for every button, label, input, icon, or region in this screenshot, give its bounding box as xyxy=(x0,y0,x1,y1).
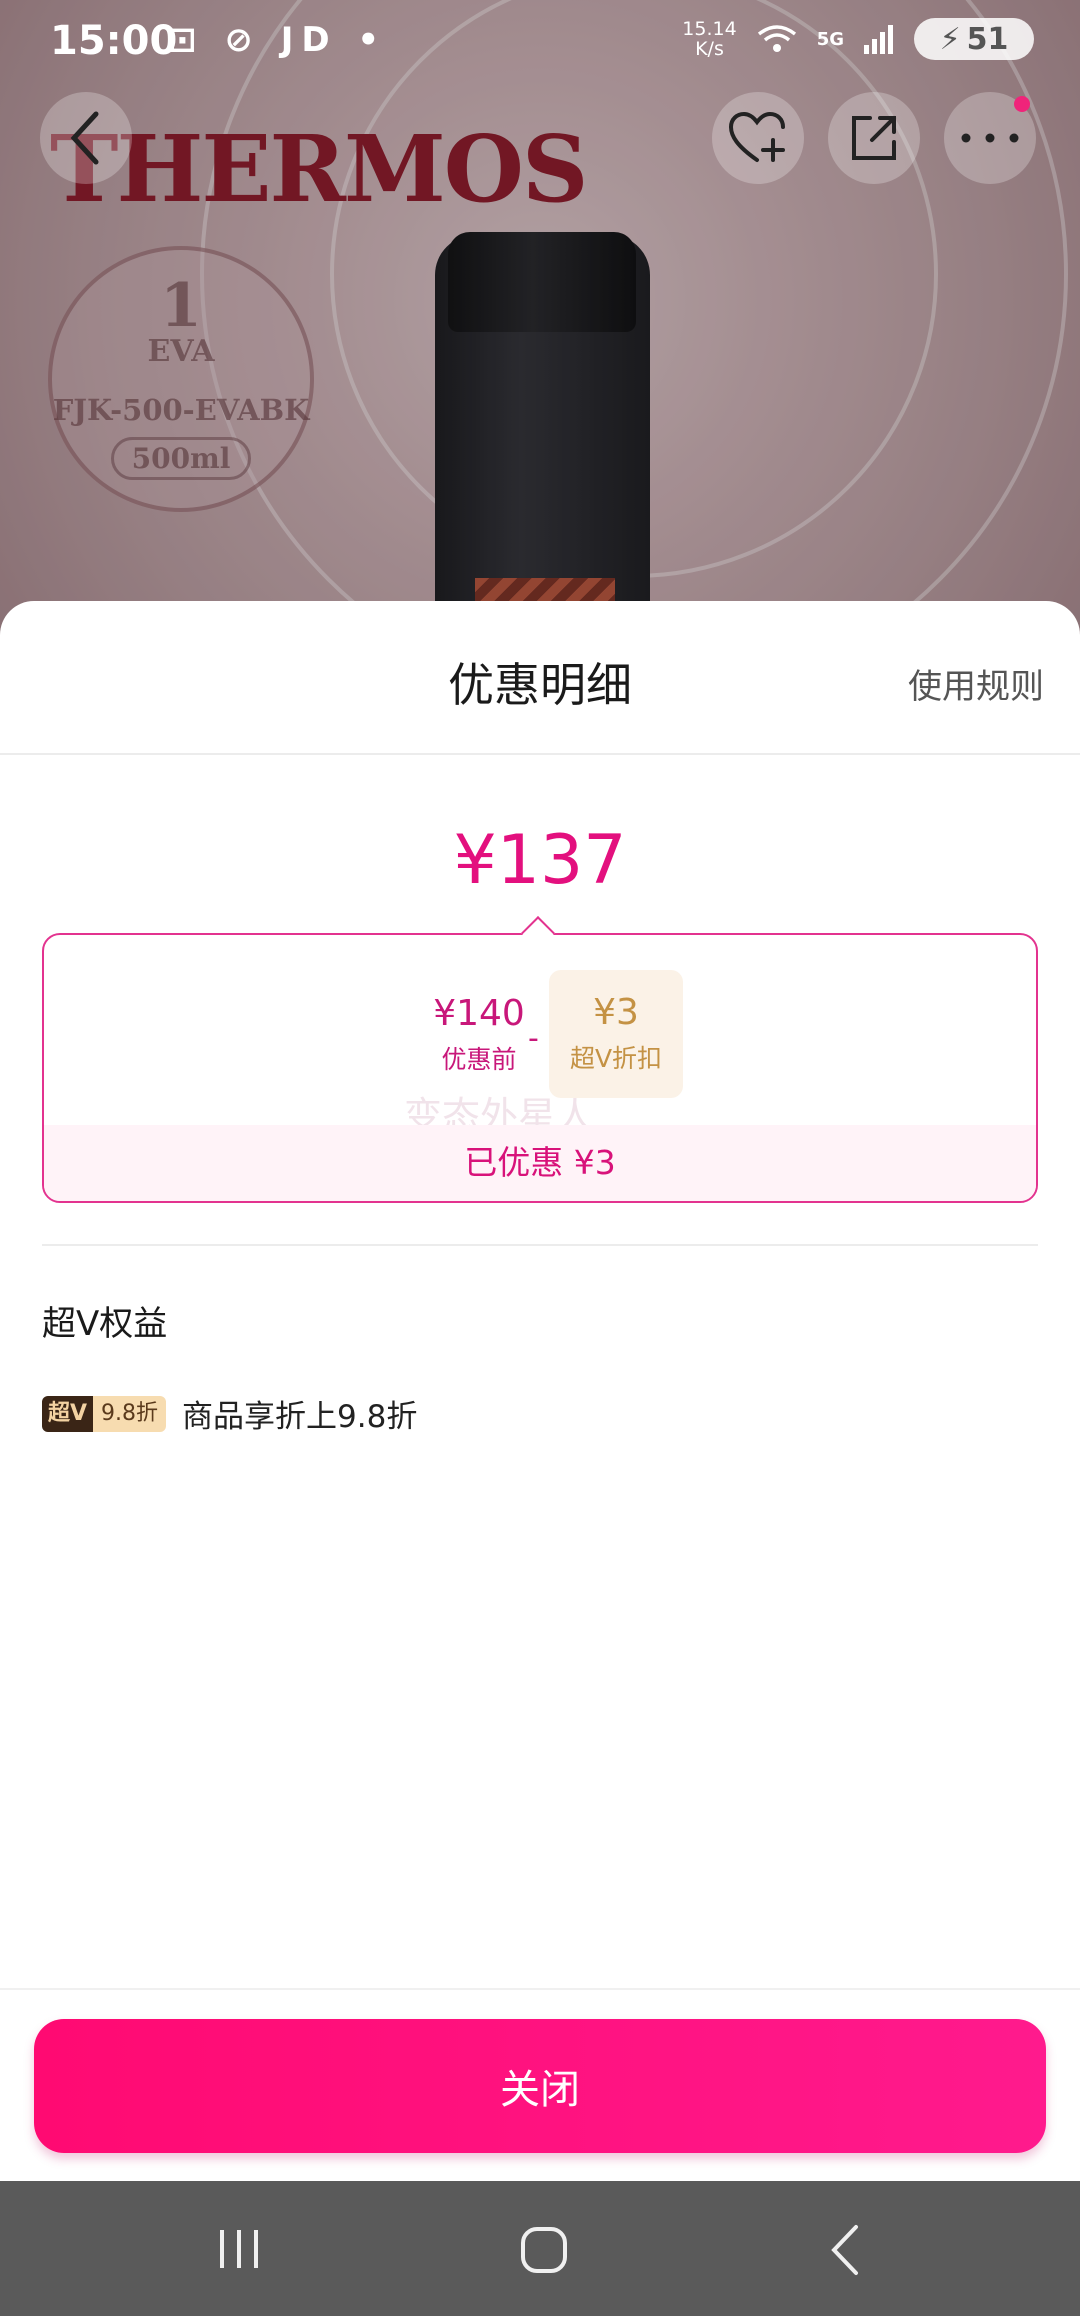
notification-badge xyxy=(1014,96,1030,112)
battery-charging-icon: ⚡ xyxy=(939,21,961,57)
divider xyxy=(0,753,1080,755)
divider xyxy=(0,1988,1080,1990)
dim-overlay[interactable] xyxy=(0,0,1080,640)
status-app-label: JD xyxy=(280,20,338,60)
super-v-tag-rate: 9.8折 xyxy=(93,1395,167,1432)
nav-back-icon[interactable] xyxy=(826,2223,866,2277)
discount-value: ¥3 xyxy=(593,992,639,1033)
status-bar: 15:00 ⊡ ⊘ JD • 15.14 K/s 5G ⚡ 51 xyxy=(0,0,1080,74)
share-button[interactable] xyxy=(828,92,920,184)
recent-apps-icon[interactable] xyxy=(214,2226,264,2272)
price-breakdown-card: 变态外星人 ¥140 优惠前 - ¥3 超V折扣 已优惠 ¥3 xyxy=(42,933,1038,1203)
more-button[interactable] xyxy=(944,92,1036,184)
battery-level: 51 xyxy=(966,21,1009,57)
signal-icon xyxy=(864,25,893,54)
net-speed-value: 15.14 xyxy=(682,18,737,40)
final-price: ¥137 xyxy=(453,821,627,900)
benefits-title: 超V权益 xyxy=(42,1304,168,1344)
status-icons: ⊡ ⊘ JD • xyxy=(168,20,387,60)
favorite-add-icon xyxy=(728,111,785,162)
status-right: 15.14 K/s 5G ⚡ 51 xyxy=(682,18,1034,60)
more-icon xyxy=(961,133,1019,143)
status-time: 15:00 xyxy=(50,18,178,64)
saved-amount-bar: 已优惠 ¥3 xyxy=(44,1125,1036,1201)
super-v-tag: 超V 9.8折 xyxy=(42,1395,167,1432)
super-v-tag-label: 超V xyxy=(42,1395,94,1432)
wifi-icon xyxy=(757,25,796,52)
share-icon xyxy=(852,116,896,160)
compass-icon: ⊘ xyxy=(224,20,261,60)
network-type: 5G xyxy=(816,28,844,50)
notification-dot-icon: • xyxy=(357,20,388,60)
minus-sign: - xyxy=(528,1021,539,1056)
favorite-button[interactable] xyxy=(712,92,804,184)
battery-indicator: ⚡ 51 xyxy=(914,18,1034,60)
close-button[interactable]: 关闭 xyxy=(34,2019,1046,2153)
net-speed-unit: K/s xyxy=(695,38,724,60)
benefit-text: 商品享折上9.8折 xyxy=(182,1399,418,1435)
usage-rules-link[interactable]: 使用规则 xyxy=(908,659,1044,708)
back-icon xyxy=(70,111,99,165)
home-icon[interactable] xyxy=(518,2224,570,2276)
back-button[interactable] xyxy=(40,92,132,184)
divider xyxy=(42,1244,1038,1246)
system-nav-bar xyxy=(0,2181,1080,2316)
discount-item: ¥3 超V折扣 xyxy=(549,970,683,1098)
screenshot-icon: ⊡ xyxy=(168,20,205,60)
benefit-item: 超V 9.8折 商品享折上9.8折 xyxy=(42,1391,417,1436)
net-speed: 15.14 K/s xyxy=(682,19,736,59)
discount-detail-sheet: 优惠明细 使用规则 ¥137 变态外星人 ¥140 优惠前 - ¥3 超V折扣 … xyxy=(0,601,1080,2181)
discount-label: 超V折扣 xyxy=(569,1044,663,1073)
